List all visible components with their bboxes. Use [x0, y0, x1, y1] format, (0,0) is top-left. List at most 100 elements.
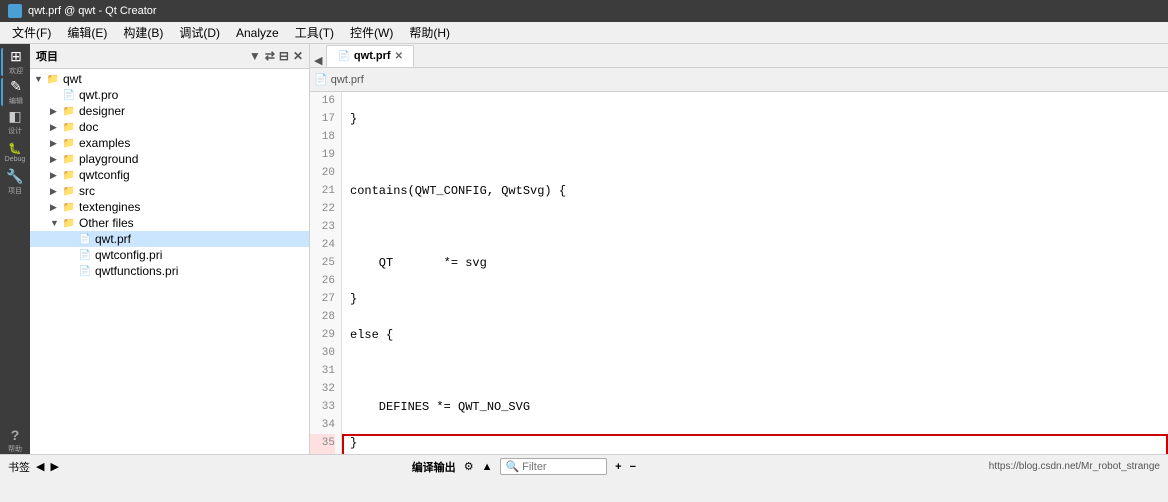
welcome-label: 欢迎	[9, 66, 23, 76]
sidebar-item-project[interactable]: 🔧 项目	[1, 168, 29, 196]
debug-label: Debug	[5, 156, 26, 163]
editor-toolbar: 📄 qwt.prf	[310, 68, 1168, 92]
edit-label: 编辑	[9, 96, 23, 106]
close-panel-icon[interactable]: ✕	[293, 49, 303, 63]
bottom-right: https://blog.csdn.net/Mr_robot_strange	[989, 461, 1160, 472]
tree-item-examples[interactable]: ▶ 📁 examples	[30, 135, 309, 151]
tree-arrow-qwt: ▼	[34, 74, 46, 84]
tab-close-qwt-prf[interactable]: ✕	[395, 51, 403, 62]
tree-item-qwt[interactable]: ▼ 📁 qwt	[30, 71, 309, 87]
menu-item-b[interactable]: 构建(B)	[115, 22, 171, 43]
folder-icon-other-files: 📁	[62, 216, 76, 230]
editor-area: ◀ 📄 qwt.prf ✕ 📄 qwt.prf 16 17 18 19 20 2…	[310, 44, 1168, 454]
bottom-left: 书签 ◀ ▶	[8, 459, 59, 475]
tree-arrow-examples: ▶	[50, 138, 62, 149]
design-label: 设计	[8, 126, 22, 136]
tree-label-playground: playground	[79, 152, 138, 166]
sync-icon[interactable]: ⇄	[265, 49, 275, 63]
tab-qwt-prf[interactable]: 📄 qwt.prf ✕	[326, 45, 414, 67]
menu-item-h[interactable]: 帮助(H)	[401, 22, 458, 43]
tree-arrow-qwtconfig: ▶	[50, 170, 62, 181]
filter-search-icon: 🔍	[505, 460, 519, 473]
tree-item-designer[interactable]: ▶ 📁 designer	[30, 103, 309, 119]
sidebar-item-help[interactable]: ? 帮助	[1, 426, 29, 454]
tree-item-textengines[interactable]: ▶ 📁 textengines	[30, 199, 309, 215]
bottom-bar: 书签 ◀ ▶ 编译输出 ⚙ ▲ 🔍 + − https://blog.csdn.…	[0, 454, 1168, 478]
tree-item-playground[interactable]: ▶ 📁 playground	[30, 151, 309, 167]
plus-btn[interactable]: +	[615, 461, 621, 473]
folder-icon-src: 📁	[62, 184, 76, 198]
tree-label-qwtfunctions-pri: qwtfunctions.pri	[95, 264, 178, 278]
title-bar: qwt.prf @ qwt - Qt Creator	[0, 0, 1168, 22]
tree-label-doc: doc	[79, 120, 98, 134]
file-icon-qwt-pro: 📄	[62, 88, 76, 102]
menu-bar: 文件(F)编辑(E)构建(B)调试(D)Analyze工具(T)控件(W)帮助(…	[0, 22, 1168, 44]
menu-item-f[interactable]: 文件(F)	[4, 22, 59, 43]
tree-item-qwt-prf[interactable]: ▶ 📄 qwt.prf	[30, 231, 309, 247]
collapse-icon[interactable]: ⊟	[279, 49, 289, 63]
menu-item-d[interactable]: 调试(D)	[171, 22, 228, 43]
sidebar-item-debug[interactable]: 🐛 Debug	[1, 138, 29, 166]
debug-icon: 🐛	[8, 142, 22, 155]
nav-next[interactable]: ▶	[50, 460, 58, 473]
bookmarks-label: 书签	[8, 459, 30, 475]
tree-arrow-designer: ▶	[50, 106, 62, 117]
tab-bar: ◀ 📄 qwt.prf ✕	[310, 44, 1168, 68]
tree-item-other-files[interactable]: ▼ 📁 Other files	[30, 215, 309, 231]
tab-icon-qwt-prf: 📄	[337, 51, 349, 62]
help-label: 帮助	[8, 444, 22, 454]
code-content[interactable]: } contains(QWT_CONFIG, QwtSvg) { QT *= s…	[342, 92, 1168, 454]
filter-icon[interactable]: ▼	[249, 49, 261, 63]
breadcrumb-path: 📄 qwt.prf	[314, 73, 364, 86]
sidebar-item-edit[interactable]: ✎ 编辑	[1, 78, 29, 106]
tree-label-qwt-prf: qwt.prf	[95, 232, 131, 246]
file-icon-qwtfunctions-pri: 📄	[78, 264, 92, 278]
folder-icon-textengines: 📁	[62, 200, 76, 214]
tree-item-qwt-pro[interactable]: ▶ 📄 qwt.pro	[30, 87, 309, 103]
code-editor[interactable]: 16 17 18 19 20 21 22 23 24 25 26 27 28 2…	[310, 92, 1168, 454]
tab-nav-back[interactable]: ◀	[310, 54, 326, 67]
project-icon: 🔧	[6, 168, 23, 185]
minus-btn[interactable]: −	[630, 461, 636, 473]
filter-input[interactable]	[522, 461, 602, 473]
filter-container: 🔍	[500, 458, 607, 475]
tree-arrow-src: ▶	[50, 186, 62, 197]
menu-item-e[interactable]: 编辑(E)	[59, 22, 115, 43]
menu-item-t[interactable]: 工具(T)	[287, 22, 342, 43]
tree-item-qwtconfig[interactable]: ▶ 📁 qwtconfig	[30, 167, 309, 183]
compile-output-label: 编译输出	[412, 459, 456, 475]
welcome-icon: ⊞	[10, 48, 22, 65]
bottom-settings[interactable]: ⚙	[464, 460, 474, 473]
folder-icon-qwtconfig: 📁	[62, 168, 76, 182]
tree-label-qwtconfig: qwtconfig	[79, 168, 130, 182]
tree-label-qwt: qwt	[63, 72, 82, 86]
bottom-arrow-up[interactable]: ▲	[482, 461, 493, 473]
folder-icon-qwt: 📁	[46, 72, 60, 86]
app-icon	[8, 4, 22, 18]
tree-arrow-textengines: ▶	[50, 202, 62, 213]
sidebar-icons: ⊞ 欢迎 ✎ 编辑 ◧ 设计 🐛 Debug 🔧 项目 ? 帮助	[0, 44, 30, 454]
tree-item-src[interactable]: ▶ 📁 src	[30, 183, 309, 199]
tree-arrow-other-files: ▼	[50, 218, 62, 228]
tree-item-qwtfunctions-pri[interactable]: ▶ 📄 qwtfunctions.pri	[30, 263, 309, 279]
project-label: 项目	[8, 186, 22, 196]
tree-label-qwtconfig-pri: qwtconfig.pri	[95, 248, 162, 262]
project-tree: ▼ 📁 qwt ▶ 📄 qwt.pro ▶ 📁 designer ▶ 📁 doc	[30, 69, 309, 454]
tree-label-other-files: Other files	[79, 216, 134, 230]
tree-label-src: src	[79, 184, 95, 198]
tree-label-qwt-pro: qwt.pro	[79, 88, 118, 102]
tree-arrow-playground: ▶	[50, 154, 62, 165]
sidebar-item-design[interactable]: ◧ 设计	[1, 108, 29, 136]
bottom-center: 编译输出 ⚙ ▲ 🔍 + −	[412, 458, 636, 475]
title-text: qwt.prf @ qwt - Qt Creator	[28, 5, 157, 17]
edit-icon: ✎	[10, 78, 22, 95]
tree-item-doc[interactable]: ▶ 📁 doc	[30, 119, 309, 135]
menu-item-w[interactable]: 控件(W)	[342, 22, 401, 43]
sidebar-item-welcome[interactable]: ⊞ 欢迎	[1, 48, 29, 76]
help-icon: ?	[11, 427, 20, 443]
tree-arrow-doc: ▶	[50, 122, 62, 133]
tree-item-qwtconfig-pri[interactable]: ▶ 📄 qwtconfig.pri	[30, 247, 309, 263]
menu-item-analyze[interactable]: Analyze	[228, 24, 287, 42]
nav-prev[interactable]: ◀	[36, 460, 44, 473]
tree-label-examples: examples	[79, 136, 130, 150]
